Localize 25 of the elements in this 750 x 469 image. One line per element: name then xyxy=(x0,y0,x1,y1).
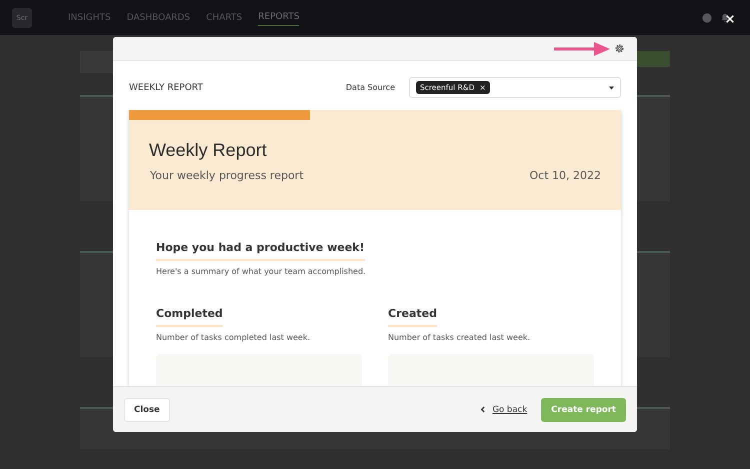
section-heading: Created xyxy=(388,307,437,327)
report-title: Weekly Report xyxy=(149,140,268,161)
settings-icon[interactable] xyxy=(614,43,625,54)
field-label: Data Source xyxy=(346,83,395,92)
nav-tab[interactable]: DASHBOARDS xyxy=(126,10,190,26)
section-heading: Completed xyxy=(156,307,223,327)
section-text: Number of tasks created last week. xyxy=(388,333,532,342)
dialog-title: WEEKLY REPORT xyxy=(129,82,204,92)
chevron-left-icon xyxy=(480,406,486,413)
bell-icon[interactable] xyxy=(720,12,730,22)
go-back-link[interactable]: Go back xyxy=(492,404,528,414)
nav-tab[interactable]: REPORTS xyxy=(258,9,300,26)
report-date: Oct 10, 2022 xyxy=(530,169,601,182)
nav-tab[interactable]: INSIGHTS xyxy=(68,10,111,26)
nav-tab[interactable]: CHARTS xyxy=(206,10,242,26)
section-heading: Hope you had a productive week! xyxy=(156,241,365,261)
create-report-button[interactable]: Create report xyxy=(541,398,626,422)
caret-icon xyxy=(609,86,614,90)
report-subtitle: Your weekly progress report xyxy=(150,169,304,182)
arrow-icon xyxy=(554,40,610,56)
close-button[interactable]: Close xyxy=(124,398,170,422)
section-text: Number of tasks completed last week. xyxy=(156,333,312,342)
section-text: Here's a summary of what your team accomplished. xyxy=(156,267,367,276)
close-icon[interactable] xyxy=(725,14,735,24)
help-icon[interactable] xyxy=(702,12,712,22)
